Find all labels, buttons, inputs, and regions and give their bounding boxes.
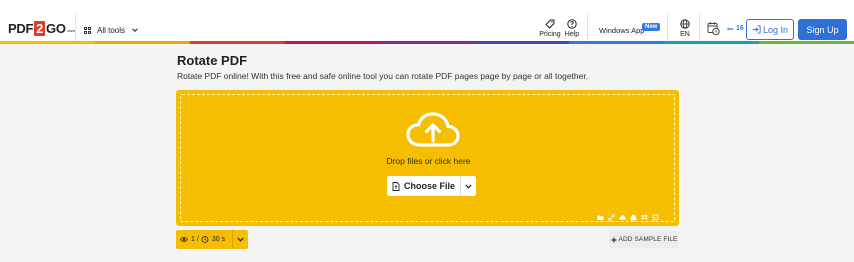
drop-files-text: Drop files or click here xyxy=(386,156,471,166)
link-icon[interactable] xyxy=(608,208,615,221)
help-link[interactable]: Help xyxy=(559,19,585,41)
question-circle-icon xyxy=(567,19,577,29)
tag-icon xyxy=(545,19,555,29)
language-selector[interactable]: EN xyxy=(672,19,698,41)
logo-go-text: GO xyxy=(46,20,66,36)
grid-icon xyxy=(84,26,91,34)
login-button[interactable]: Log In xyxy=(746,19,794,40)
google-drive-icon[interactable] xyxy=(630,208,637,221)
header-divider xyxy=(75,14,76,42)
language-label: EN xyxy=(680,31,690,38)
signup-label: Sign Up xyxy=(806,24,839,35)
calendar-clock-icon[interactable] xyxy=(707,21,720,36)
chevron-down-icon xyxy=(237,237,244,242)
help-label: Help xyxy=(564,31,580,38)
add-sample-file-button[interactable]: ADD SAMPLE FILE xyxy=(609,231,679,248)
choose-file-label: Choose File xyxy=(403,181,455,191)
header-divider xyxy=(667,14,668,42)
page-title: Rotate PDF xyxy=(177,53,248,68)
globe-icon xyxy=(680,19,690,29)
clock-icon xyxy=(201,236,209,243)
chevron-down-icon xyxy=(465,184,472,189)
logo-pdf-text: PDF xyxy=(8,20,34,36)
upload-sources xyxy=(597,208,659,221)
page-subtitle: Rotate PDF online! With this free and sa… xyxy=(177,71,589,81)
time-limit-value: 30 s xyxy=(211,236,226,243)
rainbow-divider xyxy=(0,41,854,44)
pricing-label: Pricing xyxy=(539,31,561,38)
add-sample-file-label: ADD SAMPLE FILE xyxy=(618,236,678,243)
file-icon xyxy=(392,181,400,191)
infinity-icon xyxy=(727,27,734,30)
usage-limits: 1 / 30 s xyxy=(176,230,248,249)
logo-com-text: .com xyxy=(66,28,75,33)
dropzone-border: Drop files or click here Choose File xyxy=(180,94,675,222)
choose-file-control: Choose File xyxy=(387,176,476,196)
all-tools-menu[interactable]: All tools xyxy=(84,23,139,37)
login-label: Log In xyxy=(762,24,789,35)
logo-two-text: 2 xyxy=(34,20,46,36)
dropbox-icon[interactable] xyxy=(641,208,648,220)
file-dropzone[interactable]: Drop files or click here Choose File xyxy=(176,90,679,226)
windows-app-label: Windows App xyxy=(599,25,645,35)
signup-button[interactable]: Sign Up xyxy=(798,19,847,40)
new-badge: New xyxy=(642,23,661,31)
credits-counter[interactable]: 16 xyxy=(727,25,744,32)
file-limit-value: 1 xyxy=(191,236,195,243)
folder-icon[interactable] xyxy=(597,208,604,220)
header-divider xyxy=(699,14,700,42)
choose-file-button[interactable]: Choose File xyxy=(387,176,461,196)
top-header: PDF 2 GO .com All tools Pricing Help Win… xyxy=(0,0,854,44)
upload-options-toggle[interactable] xyxy=(461,176,476,196)
cloud-upload-icon xyxy=(406,112,460,147)
header-divider xyxy=(587,14,588,42)
cloud-upload-icon[interactable] xyxy=(619,208,626,220)
windows-app-link[interactable]: Windows App xyxy=(599,24,644,36)
limits-info: 1 / 30 s xyxy=(176,230,233,249)
limits-toggle[interactable] xyxy=(233,237,248,242)
login-icon xyxy=(752,25,761,34)
chevron-down-icon xyxy=(132,28,138,32)
plus-icon xyxy=(611,237,617,242)
all-tools-label: All tools xyxy=(97,25,126,35)
credits-count: 16 xyxy=(736,25,744,32)
onedrive-icon[interactable] xyxy=(652,208,659,221)
file-count-icon xyxy=(180,237,188,242)
limit-separator: / xyxy=(196,236,199,243)
pdf2go-logo[interactable]: PDF 2 GO .com xyxy=(8,20,75,36)
